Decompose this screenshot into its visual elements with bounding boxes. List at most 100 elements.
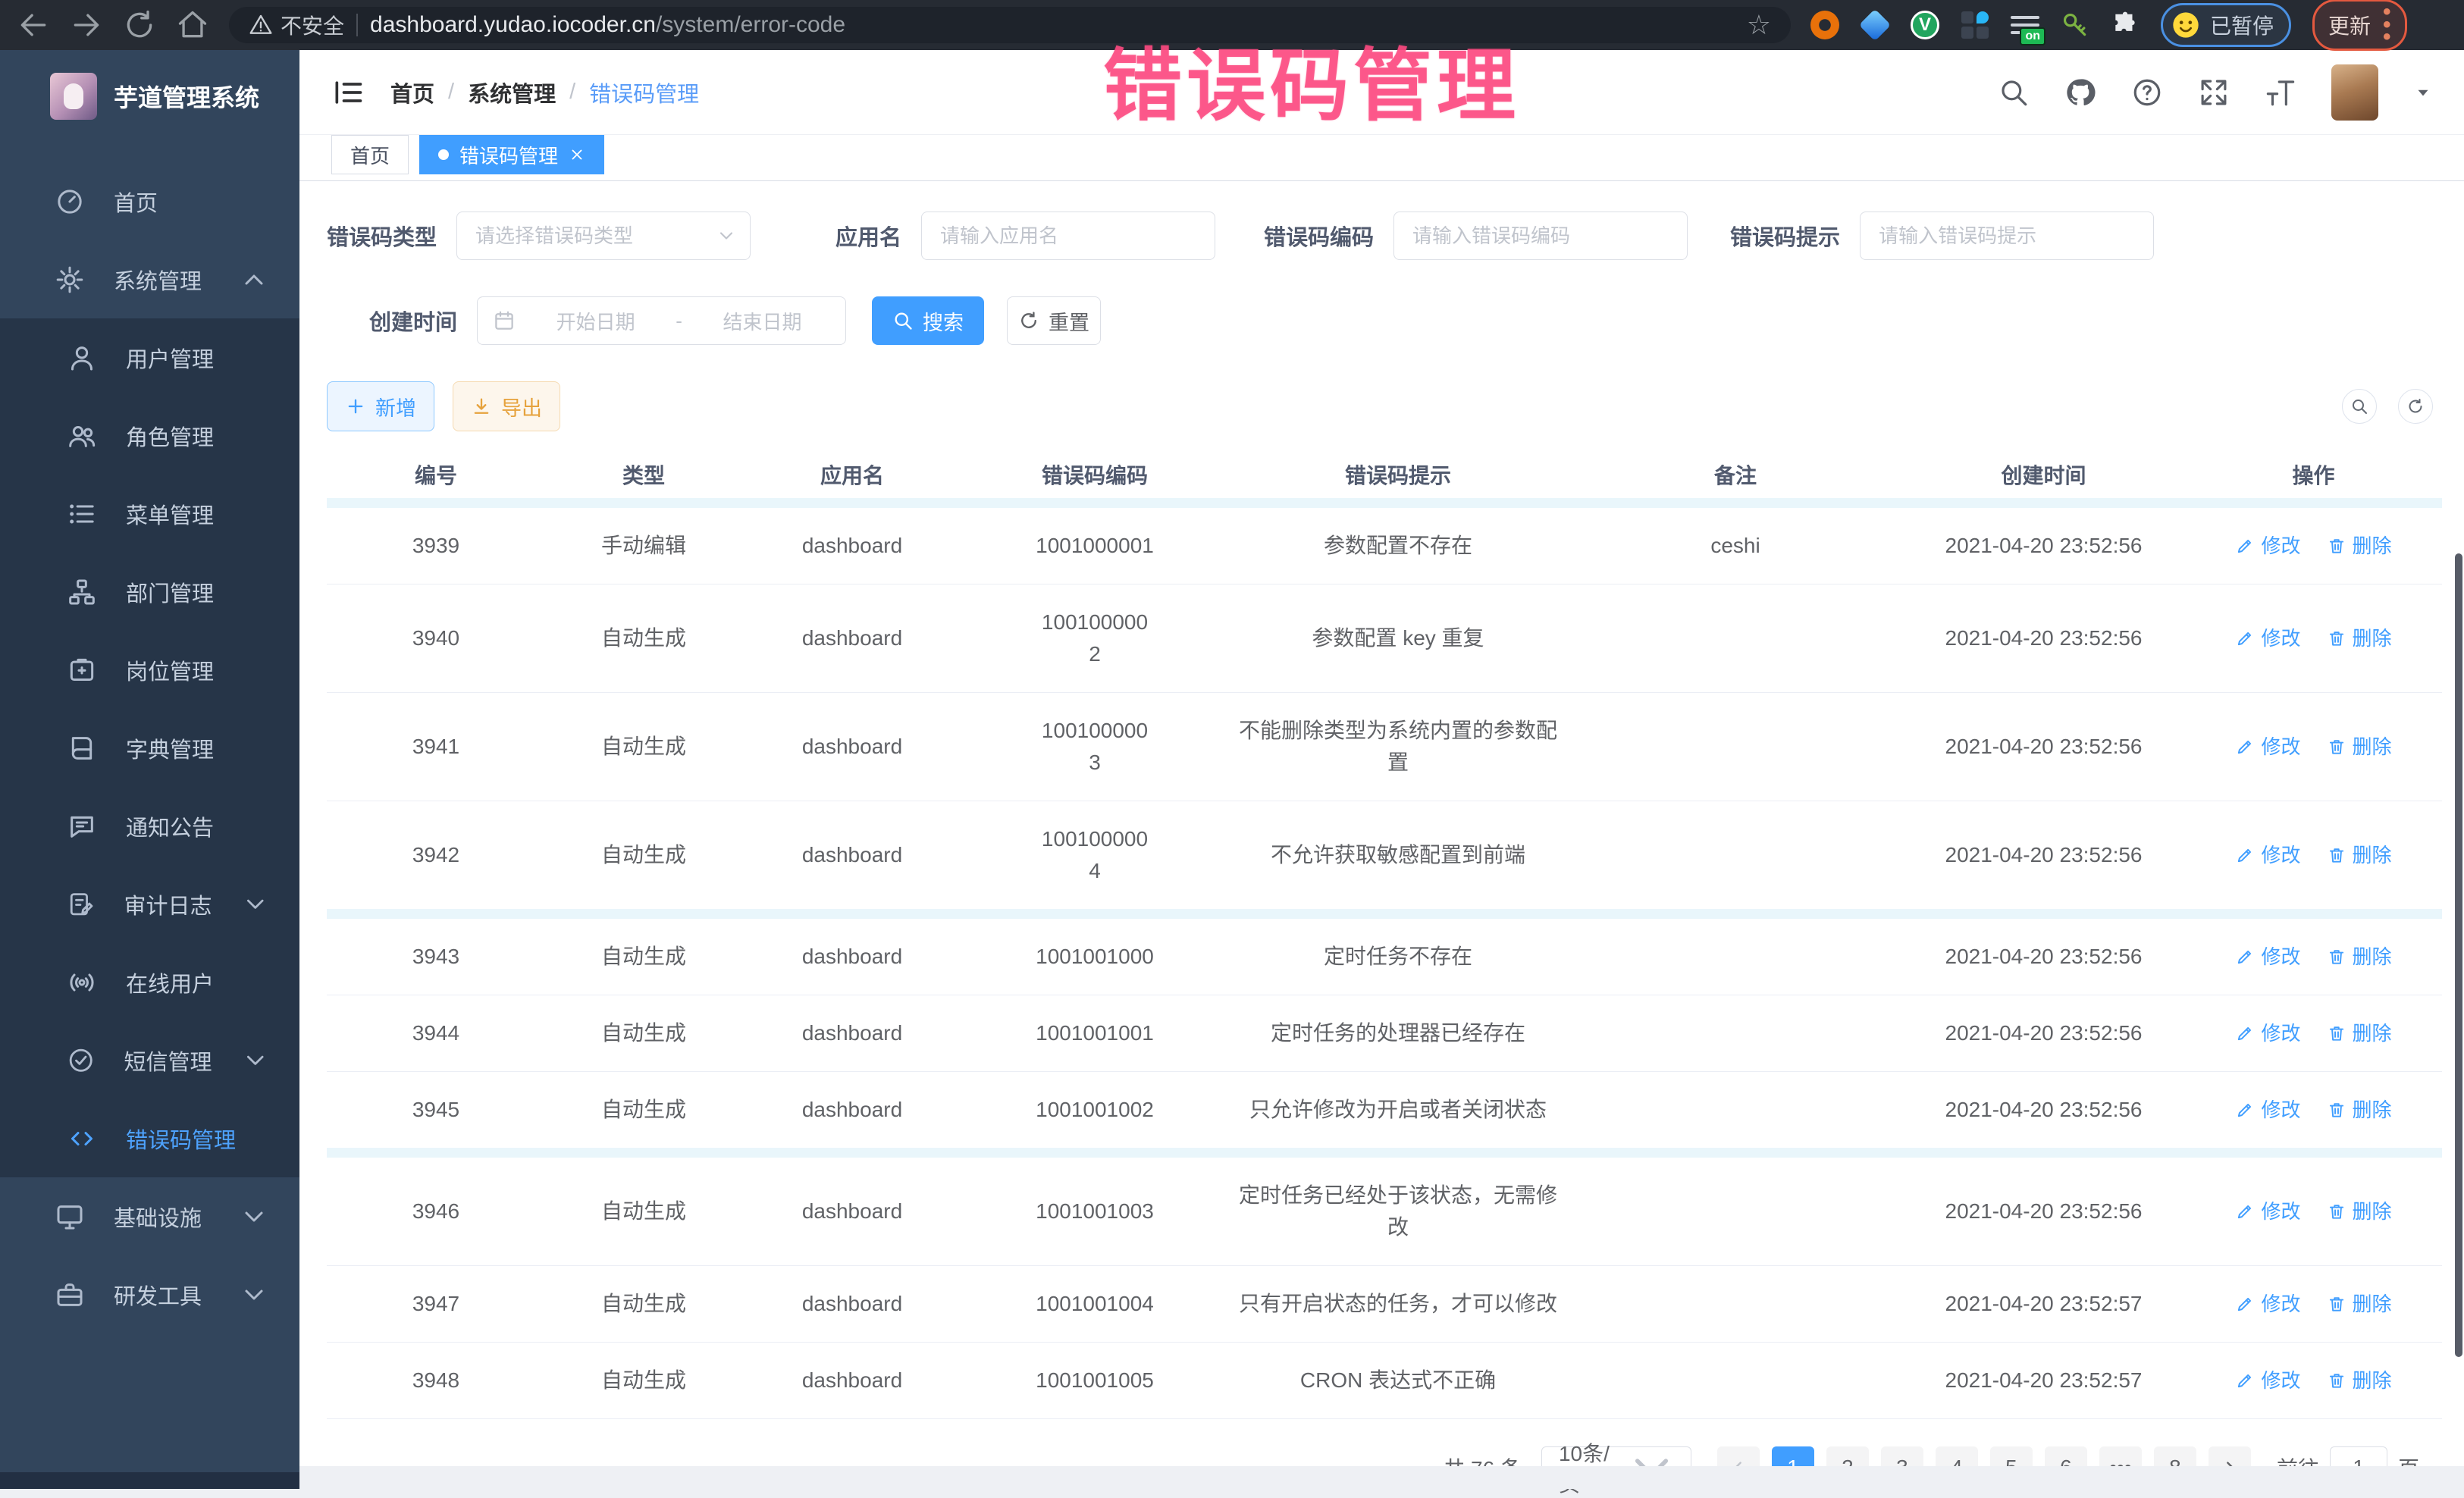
delete-button[interactable]: 删除 — [2327, 530, 2392, 562]
forward-icon[interactable] — [70, 8, 103, 42]
sidebar-item-badge[interactable]: 岗位管理 — [0, 631, 299, 709]
browser-update-button[interactable]: 更新 ••• — [2312, 0, 2407, 51]
bookmark-star-icon[interactable]: ☆ — [1747, 9, 1771, 41]
edit-button[interactable]: 修改 — [2235, 1288, 2300, 1320]
delete-button[interactable]: 删除 — [2327, 731, 2392, 763]
add-button[interactable]: 新增 — [327, 381, 434, 431]
sidebar-item-online-users[interactable]: 在线用户 — [0, 943, 299, 1021]
reload-icon[interactable] — [123, 8, 156, 42]
extension-gem-icon[interactable] — [1861, 11, 1889, 39]
tab-inactive[interactable]: 首页 — [331, 135, 409, 174]
reset-button[interactable]: 重置 — [1007, 296, 1101, 345]
edit-button[interactable]: 修改 — [2235, 731, 2300, 763]
chevron-down-icon — [241, 889, 269, 920]
sidebar-item-devtools[interactable]: 研发工具 — [0, 1255, 299, 1333]
extension-key-icon[interactable] — [2061, 11, 2089, 39]
sidebar-item-dashboard[interactable]: 首页 — [0, 162, 299, 240]
chevron-down-icon[interactable] — [2413, 83, 2433, 102]
app-logo-row[interactable]: 芋道管理系统 — [0, 50, 299, 143]
sidebar-item-code[interactable]: 错误码管理 — [0, 1099, 299, 1177]
font-size-icon[interactable] — [2265, 77, 2296, 108]
sidebar-item-menu-list[interactable]: 菜单管理 — [0, 475, 299, 553]
cell-code: 1001001000 — [962, 919, 1227, 995]
breadcrumb-item[interactable]: 首页 — [390, 77, 434, 108]
cell-app: dashboard — [742, 817, 962, 893]
help-icon[interactable] — [2131, 77, 2163, 108]
delete-button[interactable]: 删除 — [2327, 622, 2392, 654]
cell-actions: 修改删除 — [2185, 709, 2442, 785]
extension-orange-icon[interactable] — [1810, 11, 1839, 39]
delete-button[interactable]: 删除 — [2327, 941, 2392, 973]
sidebar-item-infrastructure[interactable]: 基础设施 — [0, 1177, 299, 1255]
search-icon[interactable] — [1998, 77, 2030, 108]
delete-button[interactable]: 删除 — [2327, 1288, 2392, 1320]
cell-actions: 修改删除 — [2185, 919, 2442, 995]
breadcrumb-item[interactable]: 系统管理 — [468, 77, 556, 108]
edit-button[interactable]: 修改 — [2235, 839, 2300, 871]
delete-button[interactable]: 删除 — [2327, 1365, 2392, 1396]
delete-button[interactable]: 删除 — [2327, 1196, 2392, 1227]
sidebar-item-label: 部门管理 — [126, 576, 269, 608]
announcement-icon — [67, 811, 97, 841]
column-header: 应用名 — [742, 459, 962, 490]
edit-button[interactable]: 修改 — [2235, 1094, 2300, 1126]
sidebar-item-sms[interactable]: 短信管理 — [0, 1021, 299, 1099]
hamburger-icon[interactable] — [331, 76, 365, 109]
sidebar-item-audit-log[interactable]: 审计日志 — [0, 865, 299, 943]
sidebar-item-user[interactable]: 用户管理 — [0, 318, 299, 396]
cell-type: 自动生成 — [545, 817, 742, 893]
sidebar-item-users[interactable]: 角色管理 — [0, 396, 299, 475]
edit-button[interactable]: 修改 — [2235, 1365, 2300, 1396]
app-name-input[interactable] — [921, 212, 1215, 260]
sidebar-item-label: 错误码管理 — [126, 1123, 269, 1155]
fullscreen-icon[interactable] — [2198, 77, 2230, 108]
user-avatar[interactable] — [2331, 64, 2378, 121]
breadcrumb-item[interactable]: 错误码管理 — [589, 77, 699, 108]
edit-button[interactable]: 修改 — [2235, 1017, 2300, 1049]
sidebar-item-org-tree[interactable]: 部门管理 — [0, 553, 299, 631]
export-button[interactable]: 导出 — [453, 381, 560, 431]
github-icon[interactable] — [2064, 77, 2096, 108]
date-range-picker[interactable]: 开始日期 - 结束日期 — [477, 296, 846, 345]
cell-message: 参数配置不存在 — [1227, 508, 1569, 584]
error-hint-input[interactable] — [1860, 212, 2154, 260]
update-label: 更新 — [2328, 10, 2371, 40]
edit-button[interactable]: 修改 — [2235, 622, 2300, 654]
browser-menu-icon[interactable]: ••• — [2383, 6, 2391, 44]
edit-icon — [2235, 947, 2255, 967]
sidebar-item-gear[interactable]: 系统管理 — [0, 240, 299, 318]
refresh-table-button[interactable] — [2398, 389, 2433, 424]
scrollbar[interactable] — [2455, 553, 2462, 1357]
back-icon[interactable] — [17, 8, 50, 42]
cell-actions: 修改删除 — [2185, 1072, 2442, 1148]
sidebar-item-dictionary[interactable]: 字典管理 — [0, 709, 299, 787]
error-type-select[interactable] — [456, 212, 751, 260]
menu-list-icon — [67, 499, 97, 529]
delete-button[interactable]: 删除 — [2327, 1017, 2392, 1049]
start-date-placeholder: 开始日期 — [528, 307, 663, 335]
error-code-input[interactable] — [1393, 212, 1688, 260]
edit-button[interactable]: 修改 — [2235, 530, 2300, 562]
delete-button[interactable]: 删除 — [2327, 1094, 2392, 1126]
toggle-search-button[interactable] — [2342, 389, 2377, 424]
sidebar-item-label: 系统管理 — [114, 264, 210, 296]
profile-paused-pill[interactable]: 已暂停 — [2161, 3, 2291, 47]
sidebar-collapse-bar[interactable] — [0, 1472, 299, 1489]
extension-grid-icon[interactable] — [1961, 11, 1989, 39]
address-bar[interactable]: 不安全 dashboard.yudao.iocoder.cn/system/er… — [229, 7, 1791, 43]
extensions-puzzle-icon[interactable] — [2111, 11, 2140, 39]
search-button[interactable]: 搜索 — [872, 296, 984, 345]
extension-list-icon[interactable]: on — [2011, 11, 2039, 39]
chevron-down-icon — [241, 1045, 269, 1076]
home-icon[interactable] — [176, 8, 209, 42]
close-icon[interactable] — [569, 146, 585, 163]
delete-button[interactable]: 删除 — [2327, 839, 2392, 871]
extension-v-icon[interactable]: V — [1911, 11, 1939, 39]
tab-active[interactable]: 错误码管理 — [419, 135, 604, 174]
edit-button[interactable]: 修改 — [2235, 941, 2300, 973]
cell-note — [1569, 1282, 1902, 1326]
not-secure-warning[interactable]: 不安全 — [249, 10, 344, 40]
edit-button[interactable]: 修改 — [2235, 1196, 2300, 1227]
sidebar-item-announcement[interactable]: 通知公告 — [0, 787, 299, 865]
chevron-down-icon — [239, 1202, 269, 1232]
